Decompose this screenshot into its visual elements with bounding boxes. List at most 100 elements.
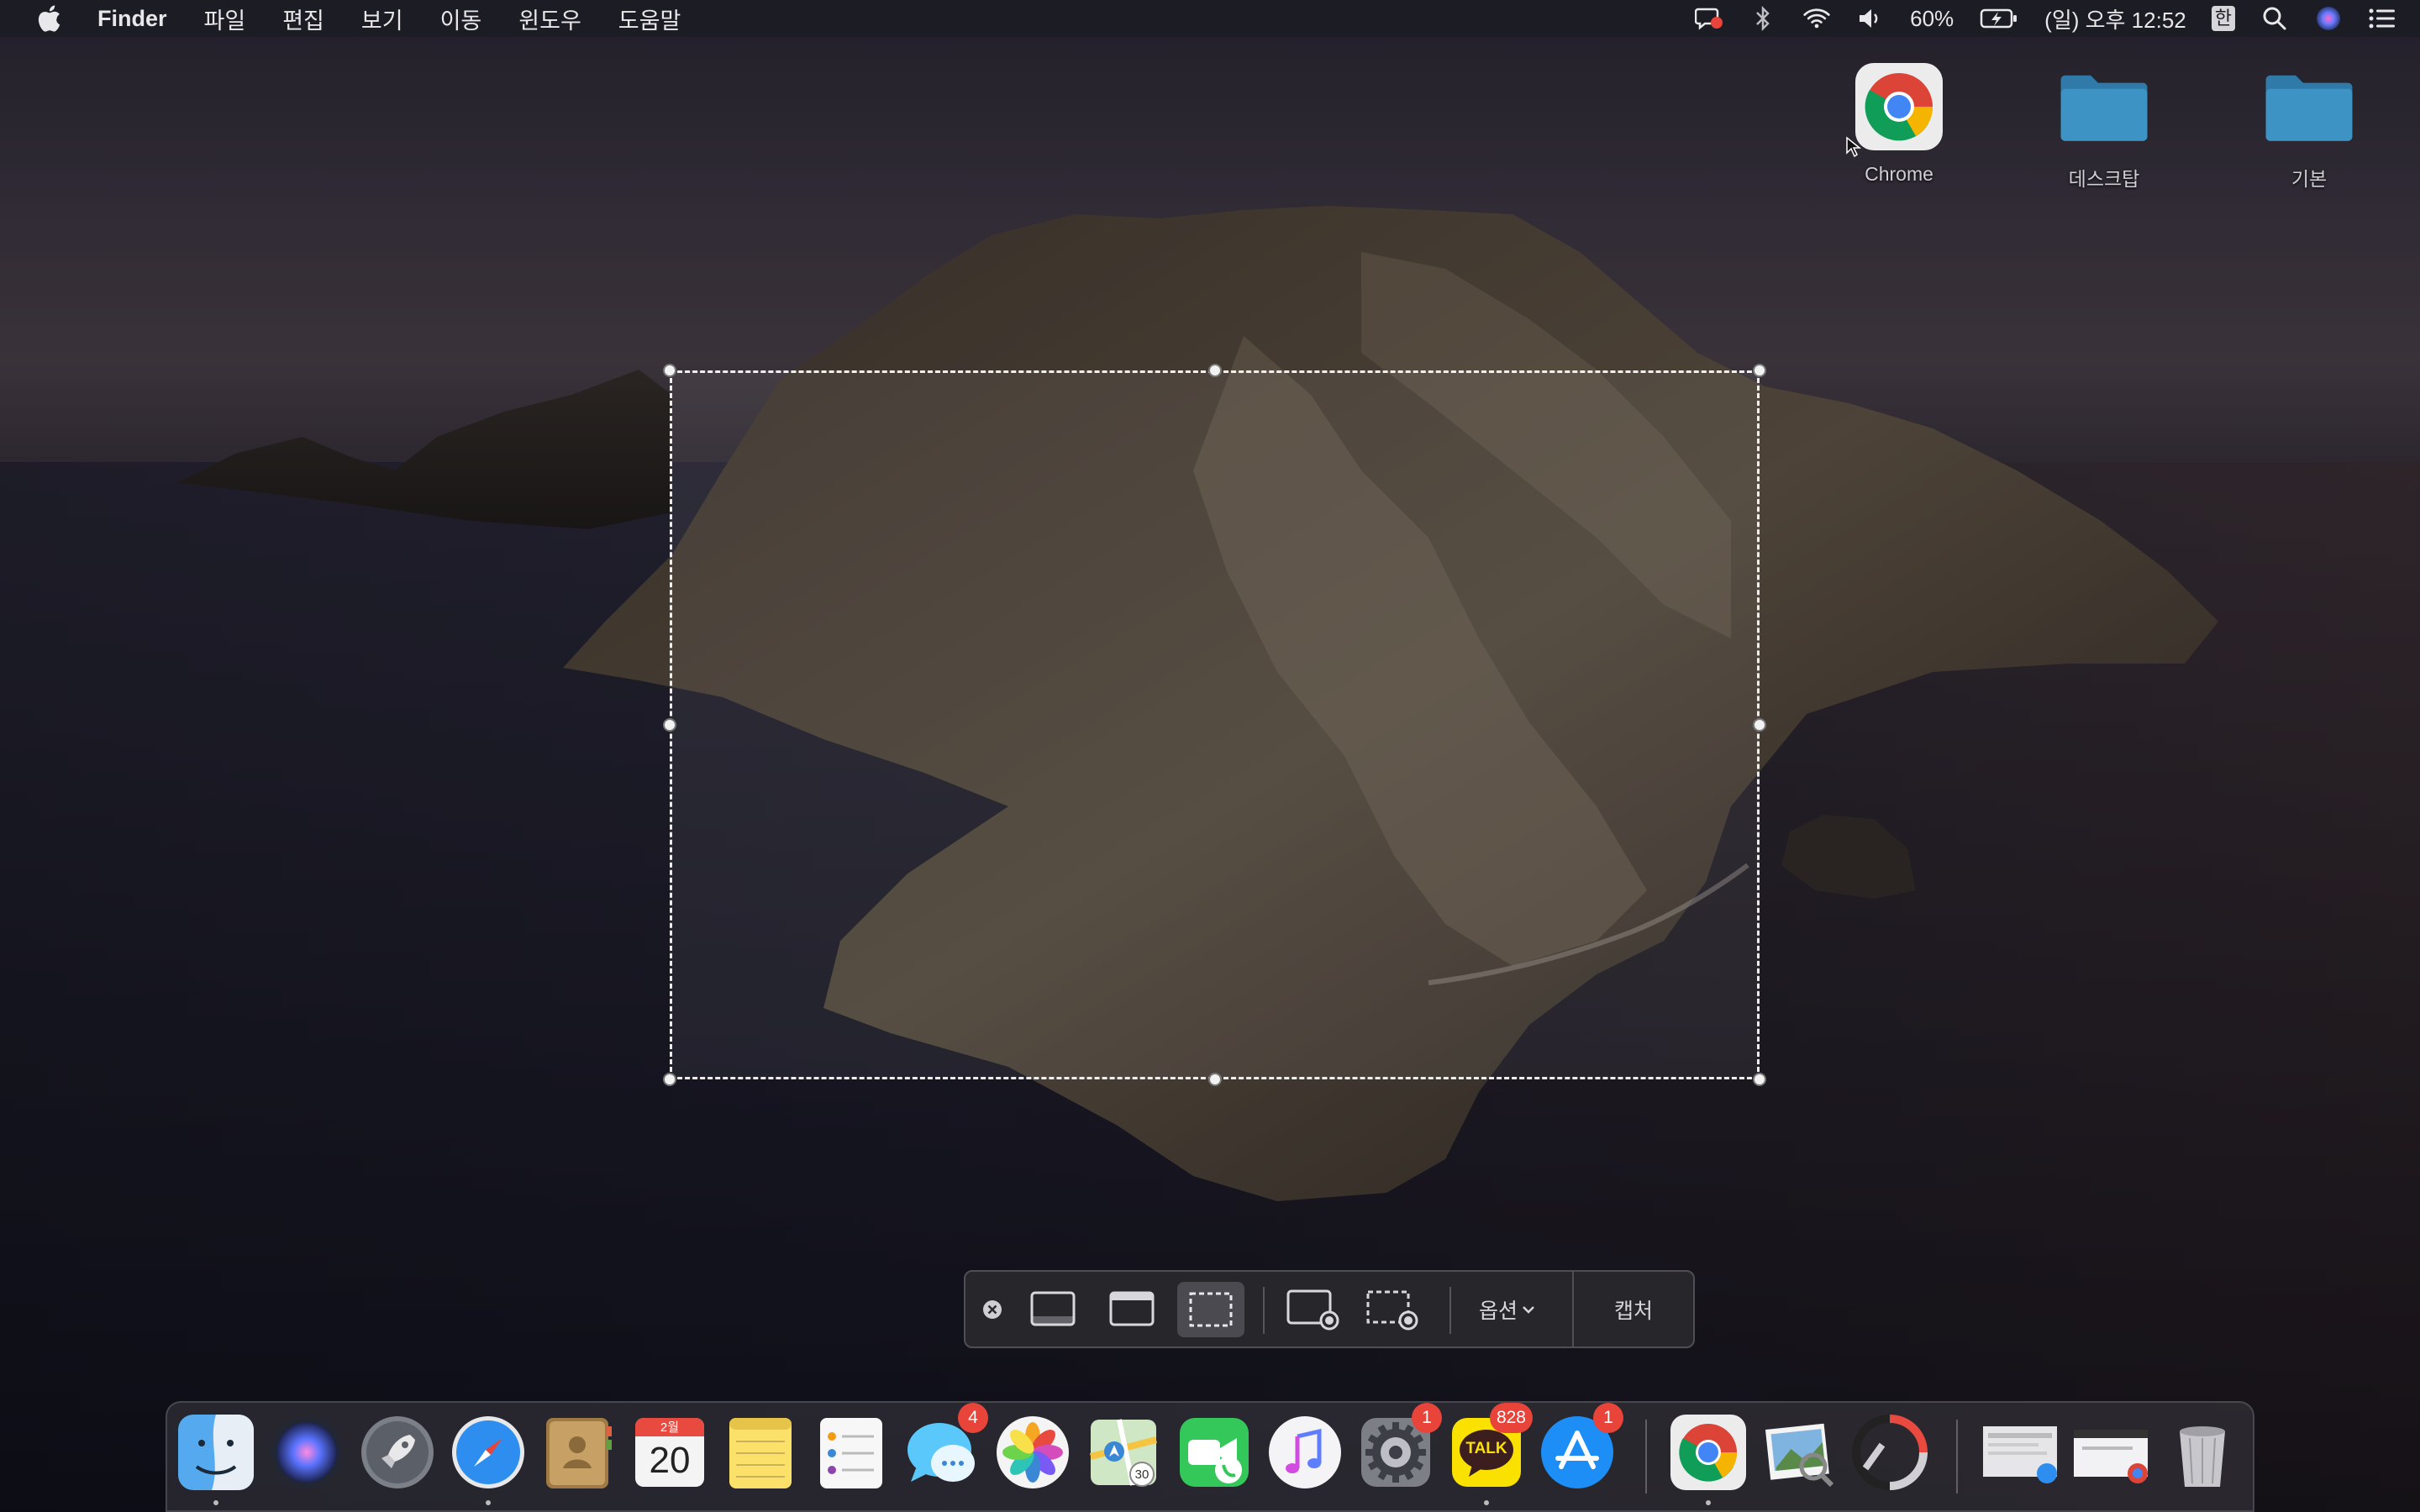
selection-handle-top-center[interactable] — [1208, 364, 1222, 377]
selection-handle-bottom-center[interactable] — [1208, 1073, 1222, 1086]
selection-handle-top-left[interactable] — [663, 364, 676, 377]
dock-music[interactable] — [1267, 1415, 1343, 1490]
dock-divider — [1645, 1420, 1647, 1494]
toolbar-divider — [1449, 1287, 1451, 1334]
battery-percentage[interactable]: 60% — [1910, 6, 1954, 32]
dock-contacts[interactable] — [541, 1415, 617, 1490]
record-entire-screen-button[interactable] — [1281, 1282, 1345, 1337]
dock-downloads-stack[interactable] — [1980, 1415, 2060, 1490]
selection-handle-bottom-left[interactable] — [663, 1073, 676, 1086]
selection-handle-bottom-right[interactable] — [1753, 1073, 1766, 1086]
dock-maps[interactable]: 30 — [1086, 1415, 1161, 1490]
dock-trash[interactable] — [2165, 1415, 2240, 1490]
dock-facetime[interactable] — [1176, 1415, 1252, 1490]
facetime-icon — [1180, 1418, 1249, 1487]
desktop-icon-label: 기본 — [2291, 168, 2328, 190]
safari-icon — [452, 1416, 524, 1488]
menu-window[interactable]: 윈도우 — [518, 3, 581, 35]
rocket-icon — [361, 1416, 434, 1488]
dock-running-indicator — [1706, 1500, 1711, 1505]
desktop-icon-chrome[interactable]: Chrome — [1823, 60, 1975, 186]
close-toolbar-button[interactable] — [974, 1282, 1011, 1337]
siri-icon[interactable] — [2314, 4, 2343, 33]
notes-icon — [729, 1418, 792, 1488]
contacts-icon — [546, 1418, 612, 1488]
selection-icon — [1189, 1292, 1233, 1327]
desktop-icon-folder-desktop[interactable]: 데스크탑 — [2028, 60, 2180, 192]
dock-app-store[interactable]: 1 — [1539, 1403, 1623, 1490]
menu-edit[interactable]: 편집 — [282, 3, 324, 35]
dock-kakaotalk[interactable]: TALK 828 — [1449, 1403, 1533, 1490]
menu-help[interactable]: 도움말 — [618, 3, 681, 35]
desktop-icon-label: Chrome — [1865, 163, 1933, 185]
calendar-month-label: 2월 — [660, 1420, 680, 1435]
input-method-indicator[interactable]: 한 — [2211, 6, 2235, 31]
menu-bar: Finder 파일 편집 보기 이동 윈도우 도움말 60% (일) 오후 12… — [0, 0, 2420, 37]
system-preferences-badge: 1 — [1412, 1403, 1442, 1433]
window-icon — [1109, 1291, 1155, 1326]
dock-notes[interactable] — [723, 1415, 798, 1490]
menu-bar-status: 60% (일) 오후 12:52 한 — [1695, 0, 2396, 37]
capture-selected-portion-button[interactable] — [1177, 1282, 1244, 1337]
menu-go[interactable]: 이동 — [440, 3, 482, 35]
battery-charging-icon[interactable] — [1979, 4, 2019, 33]
notification-center-icon[interactable] — [2368, 4, 2396, 33]
volume-icon[interactable] — [1856, 4, 1885, 33]
calendar-day-label: 20 — [649, 1440, 691, 1481]
menu-file[interactable]: 파일 — [204, 3, 246, 35]
dock-documents-stack[interactable] — [2070, 1415, 2151, 1490]
dock-chrome[interactable] — [1670, 1415, 1746, 1490]
menu-view[interactable]: 보기 — [361, 3, 403, 35]
dock-activity-app[interactable] — [1852, 1415, 1928, 1490]
selection-handle-top-right[interactable] — [1753, 364, 1766, 377]
messages-badge: 4 — [958, 1403, 988, 1433]
screenshot-toolbar: 옵션 캡처 — [964, 1270, 1695, 1348]
dock-launchpad[interactable] — [360, 1415, 435, 1490]
dock-running-indicator — [486, 1500, 491, 1505]
record-selected-portion-button[interactable] — [1360, 1282, 1424, 1337]
photos-icon — [997, 1416, 1069, 1488]
options-menu-button[interactable]: 옵션 — [1470, 1282, 1545, 1337]
kakaotalk-badge: 828 — [1489, 1403, 1533, 1433]
chrome-icon — [1853, 60, 1945, 153]
chrome-icon — [1670, 1415, 1746, 1490]
capture-selected-window-button[interactable] — [1100, 1282, 1164, 1337]
record-selection-icon — [1366, 1290, 1418, 1331]
dock-messages[interactable]: 4 — [904, 1403, 988, 1490]
dock-finder[interactable] — [178, 1415, 254, 1490]
reminders-icon — [820, 1418, 882, 1488]
dock-running-indicator — [1484, 1500, 1489, 1505]
options-label: 옵션 — [1478, 1299, 1518, 1323]
document-stack-icon — [1983, 1426, 2057, 1483]
record-screen-icon — [1286, 1289, 1339, 1331]
dock-photos[interactable] — [995, 1415, 1071, 1490]
capture-button[interactable]: 캡처 — [1584, 1282, 1683, 1337]
wifi-icon[interactable] — [1802, 4, 1831, 33]
dock-preview[interactable] — [1761, 1415, 1837, 1490]
preview-icon — [1765, 1423, 1834, 1488]
menu-bar-left: Finder 파일 편집 보기 이동 윈도우 도움말 — [0, 0, 718, 37]
dock-calendar[interactable]: 2월 20 — [632, 1415, 708, 1490]
selection-handle-middle-right[interactable] — [1753, 718, 1766, 732]
capture-label: 캡처 — [1613, 1299, 1653, 1323]
app-store-badge: 1 — [1593, 1403, 1623, 1433]
clock-datetime[interactable]: (일) 오후 12:52 — [2044, 3, 2186, 34]
mouse-cursor-icon — [1846, 136, 1862, 158]
selection-handle-middle-left[interactable] — [663, 718, 676, 732]
dock-safari[interactable] — [450, 1415, 526, 1490]
spotlight-search-icon[interactable] — [2260, 4, 2289, 33]
notification-app-icon[interactable] — [1695, 4, 1723, 33]
menu-app-name[interactable]: Finder — [97, 6, 167, 32]
dock-reminders[interactable] — [813, 1415, 889, 1490]
capture-selection-rect[interactable] — [670, 370, 1760, 1079]
dock-siri[interactable] — [269, 1415, 345, 1490]
desktop-icon-folder-default[interactable]: 기본 — [2233, 60, 2385, 192]
desktop-icon-label: 데스크탑 — [2068, 168, 2140, 190]
capture-entire-screen-button[interactable] — [1021, 1282, 1085, 1337]
dock-running-indicator — [213, 1500, 218, 1505]
dock-system-preferences[interactable]: 1 — [1358, 1403, 1442, 1490]
bluetooth-icon[interactable] — [1749, 4, 1777, 33]
apple-menu-icon[interactable] — [34, 3, 64, 34]
maps-highway-label: 30 — [1129, 1462, 1155, 1487]
close-icon — [983, 1300, 1002, 1319]
